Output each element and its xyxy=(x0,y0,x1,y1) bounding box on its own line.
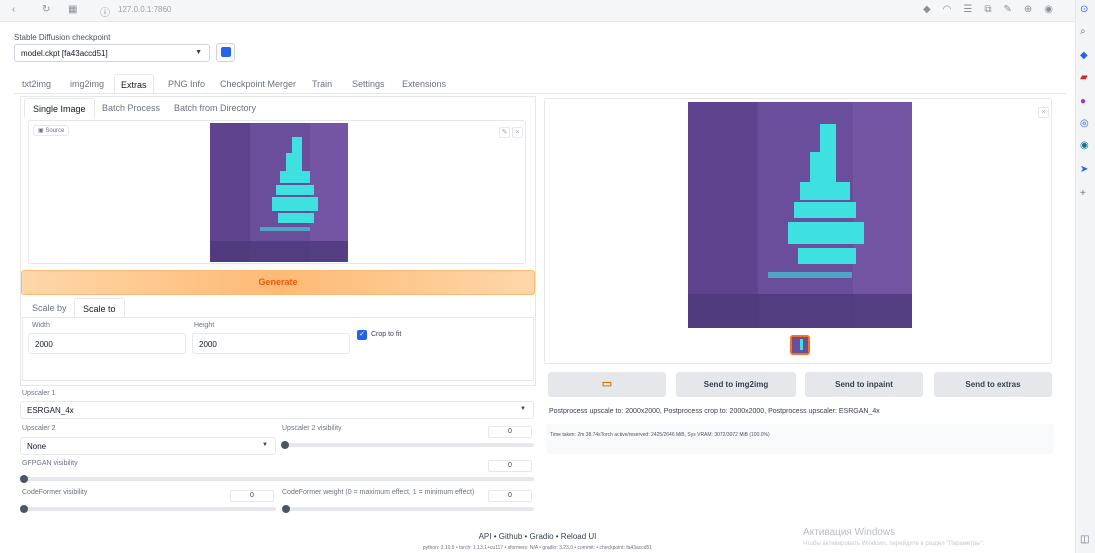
codeformer-visibility-number[interactable]: 0 xyxy=(230,490,274,502)
site-info-icon[interactable]: ⓘ xyxy=(100,4,110,19)
upscaler1-value: ESRGAN_4x xyxy=(27,406,74,415)
gfpgan-label: GFPGAN visibility xyxy=(22,460,78,467)
upscaler2-select[interactable]: None ▼ xyxy=(20,437,276,455)
time-taken-info: Time taken: 2m 38.74sTorch active/reserv… xyxy=(550,432,770,438)
edit-icon[interactable]: ✎ xyxy=(499,127,510,138)
codeformer-visibility-label: CodeFormer visibility xyxy=(22,489,88,496)
tag-icon[interactable]: ◆ xyxy=(1080,50,1088,61)
codeformer-visibility-handle[interactable] xyxy=(20,505,28,513)
generate-button[interactable]: Generate xyxy=(21,270,535,295)
send-to-inpaint-button[interactable]: Send to inpaint xyxy=(805,372,923,397)
upscaler1-select[interactable]: ESRGAN_4x ▼ xyxy=(20,401,534,419)
tab-img2img[interactable]: img2img xyxy=(64,74,110,94)
chevron-down-icon: ▼ xyxy=(520,406,526,412)
codeformer-visibility-slider[interactable] xyxy=(20,507,276,511)
tab-extras[interactable]: Extras xyxy=(114,74,154,94)
output-image[interactable] xyxy=(688,102,912,328)
send-to-extras-button[interactable]: Send to extras xyxy=(934,372,1052,397)
width-label: Width xyxy=(32,322,50,329)
toolbox-icon[interactable]: ▰ xyxy=(1080,72,1088,83)
send-to-img2img-button[interactable]: Send to img2img xyxy=(676,372,796,397)
gfpgan-handle[interactable] xyxy=(20,475,28,483)
browser-toolbar-icons[interactable]: ◆◠☰⧉✎⊕◉ xyxy=(923,4,1065,15)
address-bar[interactable]: 127.0.0.1:7860 xyxy=(118,5,171,14)
crop-to-fit-label: Crop to fit xyxy=(371,331,402,338)
browser-sidebar: ⊙ ⌕ ◆ ▰ ● ◎ ◉ ➤ + ◫ xyxy=(1075,0,1095,553)
source-label: ▣ Source xyxy=(33,125,70,136)
upscaler2-label: Upscaler 2 xyxy=(22,425,56,432)
width-input[interactable]: 2000 xyxy=(28,333,186,354)
codeformer-weight-label: CodeFormer weight (0 = maximum effect, 1… xyxy=(282,489,475,496)
close-icon[interactable]: × xyxy=(512,127,523,138)
sidebar-search-icon[interactable]: ⊙ xyxy=(1080,4,1088,15)
reload-icon[interactable]: ↻ xyxy=(42,4,50,15)
tab-scale-to[interactable]: Scale to xyxy=(74,298,125,318)
codeformer-weight-handle[interactable] xyxy=(282,505,290,513)
subtab-batch-from-directory[interactable]: Batch from Directory xyxy=(166,98,264,118)
close-icon[interactable]: × xyxy=(1038,107,1049,118)
source-label-text: Source xyxy=(45,128,65,134)
thumbnail-art xyxy=(792,337,808,353)
sidebar-toggle-icon[interactable]: ◫ xyxy=(1080,534,1089,545)
refresh-checkpoint-button[interactable] xyxy=(216,43,235,62)
codeformer-weight-slider[interactable] xyxy=(282,507,534,511)
upscaler1-label: Upscaler 1 xyxy=(22,390,56,397)
subtab-single-image[interactable]: Single Image xyxy=(24,98,95,118)
tab-png-info[interactable]: PNG Info xyxy=(162,74,211,94)
gfpgan-number[interactable]: 0 xyxy=(488,460,532,472)
search-icon[interactable]: ⌕ xyxy=(1080,26,1086,37)
upscaler2-visibility-number[interactable]: 0 xyxy=(488,426,532,438)
subtab-batch-process[interactable]: Batch Process xyxy=(94,98,168,118)
upscaler2-visibility-slider[interactable] xyxy=(282,443,534,447)
send-icon[interactable]: ➤ xyxy=(1080,164,1088,175)
footer-links[interactable]: API • Github • Gradio • Reload UI xyxy=(0,532,1075,541)
windows-activation-title: Активация Windows xyxy=(803,527,896,538)
people-icon[interactable]: ● xyxy=(1080,96,1086,107)
upscaler2-visibility-handle[interactable] xyxy=(281,441,289,449)
tabs-grid-icon[interactable]: ▦ xyxy=(68,4,77,15)
tab-train[interactable]: Train xyxy=(306,74,338,94)
output-image-art xyxy=(688,102,912,328)
circle-icon[interactable]: ◎ xyxy=(1080,118,1089,129)
checkpoint-value: model.ckpt [fa43accd51] xyxy=(21,49,108,58)
tab-settings[interactable]: Settings xyxy=(346,74,391,94)
source-image-art xyxy=(210,123,348,262)
outlook-icon[interactable]: ◉ xyxy=(1080,140,1089,151)
upscaler2-visibility-label: Upscaler 2 visibility xyxy=(282,425,342,432)
height-label: Height xyxy=(194,322,215,329)
tab-checkpoint-merger[interactable]: Checkpoint Merger xyxy=(214,74,302,94)
browser-toolbar: ‹ ↻ ▦ ⓘ 127.0.0.1:7860 ◆◠☰⧉✎⊕◉ xyxy=(0,0,1095,22)
source-image-dropzone[interactable]: ▣ Source ✎ × xyxy=(28,120,526,264)
timing-box: Time taken: 2m 38.74sTorch active/reserv… xyxy=(546,424,1054,454)
chevron-down-icon: ▼ xyxy=(195,49,202,56)
codeformer-weight-number[interactable]: 0 xyxy=(488,490,532,502)
open-folder-button[interactable]: ▭ xyxy=(548,372,666,397)
height-input[interactable]: 2000 xyxy=(192,333,350,354)
checkpoint-label: Stable Diffusion checkpoint xyxy=(14,33,111,42)
crop-to-fit-checkbox[interactable]: ✓ xyxy=(357,330,367,340)
tab-extensions[interactable]: Extensions xyxy=(396,74,452,94)
refresh-icon xyxy=(221,47,231,57)
back-icon[interactable]: ‹ xyxy=(12,4,15,15)
tab-scale-by[interactable]: Scale by xyxy=(24,298,75,318)
upscaler2-value: None xyxy=(27,442,47,451)
folder-icon: ▭ xyxy=(601,378,613,390)
chevron-down-icon: ▼ xyxy=(262,442,268,448)
add-icon[interactable]: + xyxy=(1080,188,1086,199)
source-image xyxy=(210,123,348,262)
output-thumbnail[interactable] xyxy=(790,335,810,355)
checkpoint-select[interactable]: model.ckpt [fa43accd51] ▼ xyxy=(14,44,210,62)
image-icon: ▣ xyxy=(38,128,44,134)
tab-txt2img[interactable]: txt2img xyxy=(16,74,57,94)
gfpgan-slider[interactable] xyxy=(20,477,534,481)
windows-activation-text: Чтобы активировать Windows, перейдите в … xyxy=(803,541,985,547)
tab-divider xyxy=(14,93,1066,94)
generation-info: Postprocess upscale to: 2000x2000, Postp… xyxy=(549,408,880,415)
